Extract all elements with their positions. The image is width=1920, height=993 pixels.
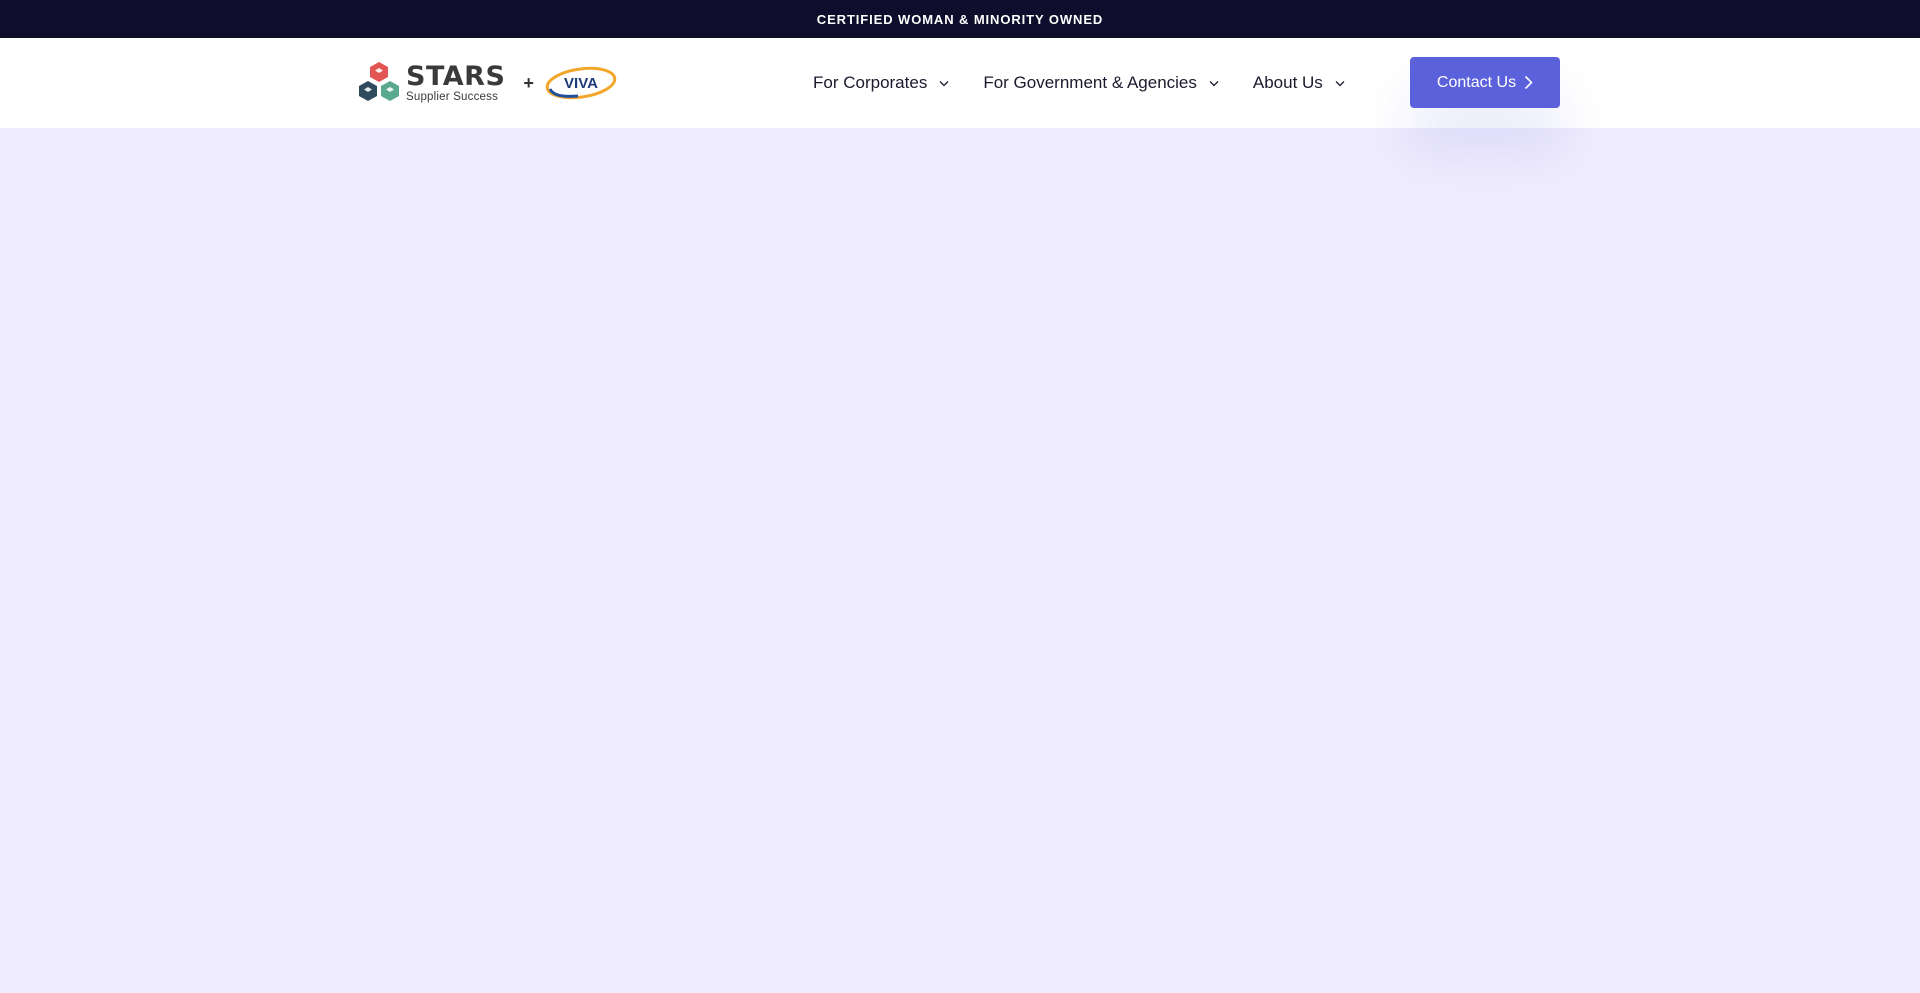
- stars-logo-icon: [359, 62, 399, 101]
- chevron-down-icon: [939, 80, 949, 86]
- chevron-down-icon: [1335, 80, 1345, 86]
- nav-label: For Corporates: [813, 73, 928, 92]
- nav-about-us[interactable]: About Us: [1253, 73, 1345, 93]
- chevron-down-icon: [1209, 80, 1219, 86]
- contact-us-button[interactable]: Contact Us: [1410, 57, 1560, 108]
- chevron-right-icon: [1524, 75, 1533, 90]
- site-header: STARS Supplier Success + VIVA For Corpor…: [0, 38, 1920, 128]
- hero-section: [0, 128, 1920, 993]
- announcement-bar: CERTIFIED WOMAN & MINORITY OWNED: [0, 0, 1920, 38]
- nav-for-government-agencies[interactable]: For Government & Agencies: [983, 73, 1219, 93]
- main-nav: For Corporates For Government & Agencies…: [813, 38, 1345, 128]
- announcement-text: CERTIFIED WOMAN & MINORITY OWNED: [816, 11, 1104, 27]
- contact-us-label: Contact Us: [1436, 73, 1517, 91]
- nav-label: For Government & Agencies: [983, 73, 1197, 92]
- stars-wordmark: STARS Supplier Success: [406, 63, 505, 104]
- stars-subtitle: Supplier Success: [406, 90, 499, 103]
- nav-for-corporates[interactable]: For Corporates: [813, 73, 949, 93]
- logo-plus: +: [523, 72, 534, 93]
- stars-title: STARS: [406, 60, 506, 92]
- nav-label: About Us: [1252, 73, 1323, 92]
- viva-logo-icon: VIVA: [545, 66, 617, 100]
- viva-wordmark: VIVA: [564, 75, 598, 92]
- home-logo-link[interactable]: STARS Supplier Success + VIVA: [356, 60, 618, 106]
